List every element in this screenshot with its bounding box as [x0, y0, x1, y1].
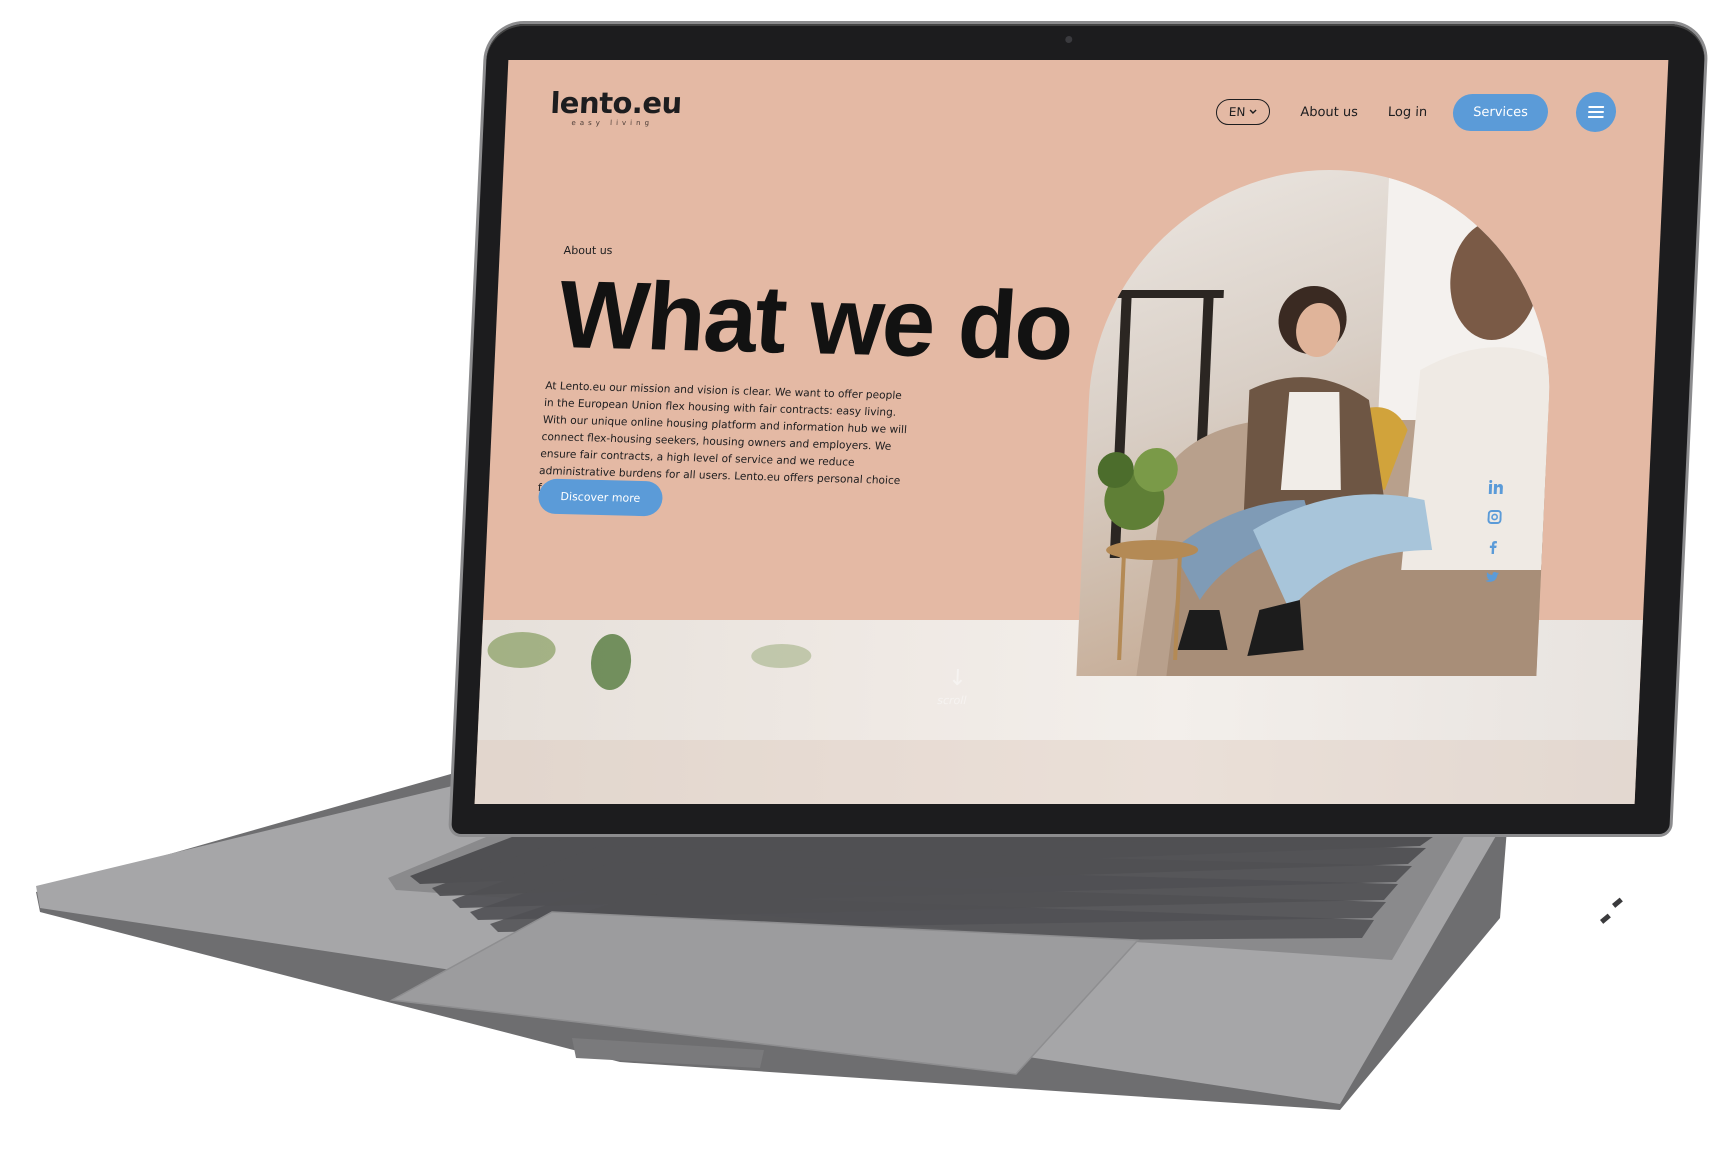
page-title: What we do: [555, 261, 1076, 381]
laptop-lid: lento.eu easy living EN About us Log in …: [451, 24, 1706, 834]
nav-about-link[interactable]: About us: [1300, 105, 1358, 120]
services-button[interactable]: Services: [1452, 93, 1549, 131]
hamburger-icon: [1587, 106, 1605, 118]
language-label: EN: [1228, 105, 1246, 119]
linkedin-icon[interactable]: [1488, 480, 1504, 494]
webcam-icon: [1065, 36, 1073, 43]
scroll-label[interactable]: scroll: [937, 694, 967, 707]
hero-photo: [1076, 170, 1560, 676]
top-nav: EN About us Log in Services: [1215, 92, 1617, 132]
facebook-icon[interactable]: [1486, 540, 1501, 554]
browser-viewport: lento.eu easy living EN About us Log in …: [474, 60, 1669, 804]
nav-login-link[interactable]: Log in: [1388, 105, 1428, 120]
discover-more-button[interactable]: Discover more: [537, 478, 664, 517]
site-logo[interactable]: lento.eu easy living: [549, 86, 683, 127]
scroll-arrow-icon[interactable]: ↓: [948, 666, 968, 691]
instagram-icon[interactable]: [1487, 510, 1502, 524]
chevron-down-icon: [1249, 109, 1257, 114]
logo-tagline: easy living: [571, 119, 654, 127]
menu-button[interactable]: [1575, 92, 1617, 132]
language-select[interactable]: EN: [1215, 99, 1271, 125]
logo-text: lento.eu: [549, 86, 683, 120]
hero-eyebrow: About us: [563, 244, 613, 257]
photo-people-on-sofa: [1097, 170, 1560, 676]
twitter-icon[interactable]: [1485, 570, 1500, 584]
